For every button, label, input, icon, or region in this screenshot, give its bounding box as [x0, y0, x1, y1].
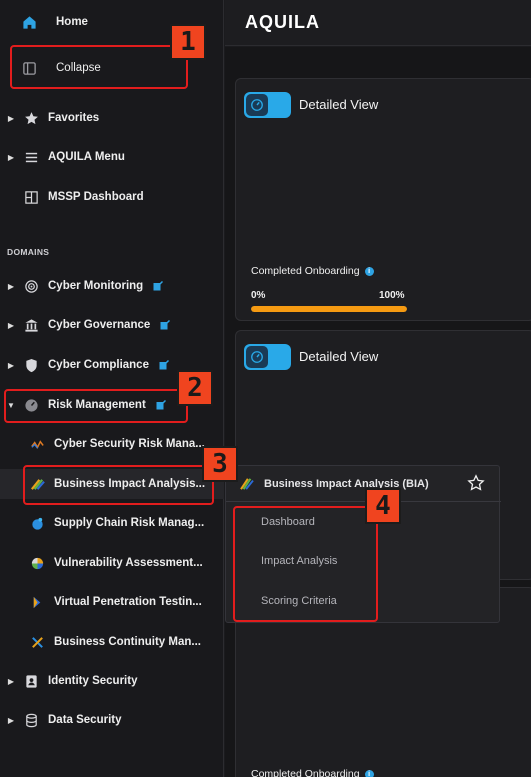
nav-child-label: Vulnerability Assessment...: [54, 557, 203, 569]
annotation-badge-2: 2: [177, 370, 213, 406]
chevron-arrow-icon: [28, 593, 46, 611]
nav-favorites-label: Favorites: [48, 112, 100, 124]
flyout-title: Business Impact Analysis (BIA): [264, 477, 429, 490]
nav-identity-security[interactable]: ▶ Identity Security: [0, 666, 224, 696]
caret-right-icon[interactable]: ▶: [6, 282, 16, 291]
progress-min-label: 0%: [251, 290, 266, 301]
bia-icon: [240, 477, 254, 490]
nav-cyber-monitoring[interactable]: ▶ Cyber Monitoring: [0, 271, 224, 301]
flyout-header: Business Impact Analysis (BIA): [226, 466, 501, 502]
home-icon: [20, 13, 38, 31]
onboarding-label: Completed Onboarding i: [251, 768, 374, 777]
caret-right-icon[interactable]: ▶: [6, 114, 16, 123]
nav-virtual-penetration-testing[interactable]: Virtual Penetration Testin...: [0, 587, 224, 617]
caret-right-icon[interactable]: ▶: [6, 716, 16, 725]
annotation-box-1: [10, 45, 188, 89]
nav-cyber-governance-label: Cyber Governance: [48, 319, 151, 331]
nav-mssp-dashboard[interactable]: MSSP Dashboard: [0, 182, 224, 212]
nav-child-label: Virtual Penetration Testin...: [54, 596, 202, 608]
nav-cyber-security-risk[interactable]: Cyber Security Risk Mana...: [0, 429, 224, 459]
favorite-star-icon[interactable]: [467, 474, 485, 492]
hamburger-icon: [22, 148, 40, 166]
nav-home-label: Home: [56, 16, 88, 28]
nav-business-continuity[interactable]: Business Continuity Man...: [0, 627, 224, 657]
globe-icon: [28, 514, 46, 532]
onboarding-text: Completed Onboarding: [251, 265, 360, 277]
external-edit-icon[interactable]: [153, 281, 164, 291]
caret-right-icon[interactable]: ▶: [6, 153, 16, 162]
shield-icon: [22, 356, 40, 374]
onboarding-text: Completed Onboarding: [251, 768, 360, 777]
detail-card: Detailed View Completed Onboarding i 0% …: [235, 78, 531, 321]
annotation-badge-1: 1: [170, 24, 206, 60]
top-bar: AQUILA: [225, 0, 531, 46]
info-icon[interactable]: i: [364, 769, 374, 777]
info-icon[interactable]: i: [364, 266, 374, 276]
main-content: Detailed View Completed Onboarding i 0% …: [225, 47, 531, 777]
target-icon: [22, 277, 40, 295]
pie-icon: [28, 554, 46, 572]
caret-right-icon[interactable]: ▶: [6, 321, 16, 330]
waveform-icon: [28, 435, 46, 453]
nav-supply-chain-risk[interactable]: Supply Chain Risk Manag...: [0, 508, 224, 538]
speedometer-icon: [246, 94, 268, 116]
id-badge-icon: [22, 672, 40, 690]
external-edit-icon[interactable]: [159, 360, 169, 370]
nav-cyber-monitoring-label: Cyber Monitoring: [48, 280, 144, 292]
external-edit-icon[interactable]: [160, 320, 171, 330]
annotation-badge-3: 3: [202, 446, 238, 482]
annotation-box-4: [233, 506, 378, 622]
detailed-view-toggle[interactable]: [244, 92, 291, 118]
caret-right-icon[interactable]: ▶: [6, 677, 16, 686]
progress-max-label: 100%: [379, 290, 405, 301]
annotation-box-3: [23, 465, 214, 505]
nav-data-security[interactable]: ▶ Data Security: [0, 705, 224, 735]
bank-icon: [22, 316, 40, 334]
nav-data-security-label: Data Security: [48, 714, 122, 726]
nav-child-label: Business Continuity Man...: [54, 636, 201, 648]
progress-fill: [251, 306, 407, 312]
onboarding-progress-bar: [251, 306, 407, 312]
annotation-badge-4: 4: [365, 488, 401, 524]
grid-icon: [22, 188, 40, 206]
nav-vulnerability-assessment[interactable]: Vulnerability Assessment...: [0, 548, 224, 578]
aquila-logo[interactable]: AQUILA: [245, 12, 320, 33]
detailed-view-toggle[interactable]: [244, 344, 291, 370]
card-title: Detailed View: [299, 349, 379, 364]
nav-aquila-menu[interactable]: ▶ AQUILA Menu: [0, 142, 224, 172]
nav-favorites[interactable]: ▶ Favorites: [0, 103, 224, 133]
nav-mssp-dashboard-label: MSSP Dashboard: [48, 191, 144, 203]
nav-cyber-governance[interactable]: ▶ Cyber Governance: [0, 310, 224, 340]
nav-child-label: Supply Chain Risk Manag...: [54, 517, 205, 529]
domains-section-label: DOMAINS: [7, 247, 50, 257]
nav-identity-security-label: Identity Security: [48, 675, 138, 687]
nav-cyber-compliance-label: Cyber Compliance: [48, 359, 149, 371]
annotation-box-2: [4, 389, 188, 423]
star-icon: [22, 109, 40, 127]
caret-right-icon[interactable]: ▶: [6, 361, 16, 370]
cross-arrows-icon: [28, 633, 46, 651]
database-icon: [22, 711, 40, 729]
nav-child-label: Cyber Security Risk Mana...: [54, 438, 205, 450]
onboarding-label: Completed Onboarding i: [251, 265, 374, 277]
card-title: Detailed View: [299, 97, 379, 112]
speedometer-icon: [246, 346, 268, 368]
nav-aquila-menu-label: AQUILA Menu: [48, 151, 125, 163]
